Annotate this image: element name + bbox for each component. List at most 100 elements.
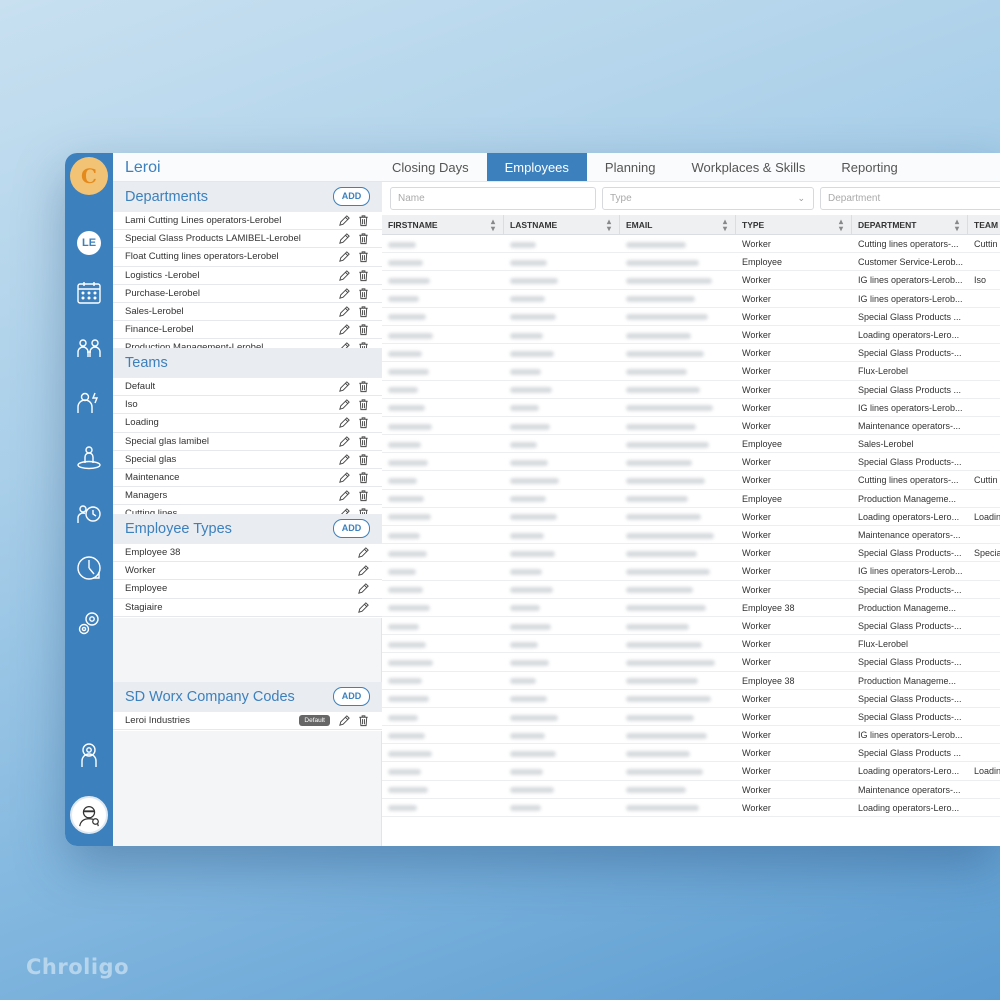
- team-item[interactable]: Iso: [113, 396, 382, 415]
- table-row[interactable]: Worker Special Glass Products-...: [382, 653, 1000, 672]
- delete-icon[interactable]: [357, 305, 370, 321]
- team-icon[interactable]: [75, 335, 103, 363]
- column-header-type[interactable]: TYPE ▴ ▾: [736, 215, 852, 234]
- workplace-icon[interactable]: [75, 444, 103, 472]
- add-employee-type-button[interactable]: ADD: [333, 519, 370, 538]
- time-tracking-icon[interactable]: [75, 499, 103, 527]
- department-item[interactable]: Logistics -Lerobel: [113, 267, 382, 285]
- tab-closing-days[interactable]: Closing Days: [374, 153, 487, 181]
- table-row[interactable]: Worker IG lines operators-Lerob...: [382, 562, 1000, 581]
- column-header-team[interactable]: TEAM: [968, 215, 1000, 234]
- edit-icon[interactable]: [338, 250, 351, 266]
- delete-icon[interactable]: [357, 380, 370, 396]
- column-header-firstname[interactable]: FIRSTNAME ▴ ▾: [382, 215, 504, 234]
- tab-employees[interactable]: Employees: [486, 153, 587, 181]
- table-row[interactable]: Worker Loading operators-Lero...: [382, 799, 1000, 817]
- table-row[interactable]: Worker IG lines operators-Lerob...: [382, 726, 1000, 745]
- user-avatar[interactable]: [70, 796, 108, 834]
- sort-icon[interactable]: ▴ ▾: [723, 218, 727, 233]
- edit-icon[interactable]: [338, 214, 351, 230]
- table-row[interactable]: Worker Cutting lines operators-... Cuttin: [382, 235, 1000, 254]
- edit-icon[interactable]: [338, 323, 351, 339]
- edit-icon[interactable]: [338, 269, 351, 285]
- team-item[interactable]: Maintenance: [113, 469, 382, 488]
- table-row[interactable]: Worker Special Glass Products-... Specia: [382, 544, 1000, 563]
- department-filter-select[interactable]: Department: [820, 187, 1000, 210]
- table-row[interactable]: Worker Flux-Lerobel: [382, 362, 1000, 381]
- table-row[interactable]: Employee Production Manageme...: [382, 490, 1000, 508]
- department-item[interactable]: Lami Cutting Lines operators-Lerobel: [113, 212, 382, 231]
- table-row[interactable]: Worker Special Glass Products-...: [382, 617, 1000, 636]
- app-logo[interactable]: C: [70, 157, 108, 195]
- table-row[interactable]: Worker IG lines operators-Lerob... Iso: [382, 271, 1000, 290]
- department-item[interactable]: Finance-Lerobel: [113, 321, 382, 340]
- table-row[interactable]: Worker Loading operators-Lero... Loadin: [382, 508, 1000, 526]
- table-row[interactable]: Worker Cutting lines operators-... Cuttin: [382, 471, 1000, 490]
- edit-icon[interactable]: [338, 232, 351, 248]
- delete-icon[interactable]: [357, 489, 370, 505]
- edit-icon[interactable]: [338, 416, 351, 432]
- edit-icon[interactable]: [338, 380, 351, 396]
- table-row[interactable]: Worker Special Glass Products-...: [382, 708, 1000, 727]
- table-row[interactable]: Worker Special Glass Products-...: [382, 453, 1000, 472]
- team-item[interactable]: Default: [113, 378, 382, 397]
- team-item[interactable]: Special glas lamibel: [113, 433, 382, 451]
- type-filter-select[interactable]: Type ⌄: [602, 187, 814, 210]
- department-item[interactable]: Purchase-Lerobel: [113, 285, 382, 303]
- edit-icon[interactable]: [357, 582, 370, 598]
- table-row[interactable]: Worker Maintenance operators-...: [382, 781, 1000, 799]
- table-row[interactable]: Employee Customer Service-Lerob...: [382, 253, 1000, 272]
- edit-icon[interactable]: [338, 305, 351, 321]
- edit-icon[interactable]: [338, 714, 351, 730]
- edit-icon[interactable]: [338, 471, 351, 487]
- delete-icon[interactable]: [357, 507, 370, 514]
- employee-type-item[interactable]: Worker: [113, 562, 382, 581]
- edit-icon[interactable]: [338, 398, 351, 414]
- team-item[interactable]: Managers: [113, 487, 382, 506]
- table-row[interactable]: Employee Sales-Lerobel: [382, 435, 1000, 454]
- edit-icon[interactable]: [338, 287, 351, 303]
- delete-icon[interactable]: [357, 471, 370, 487]
- employee-skills-icon[interactable]: [75, 389, 103, 417]
- delete-icon[interactable]: [357, 435, 370, 451]
- delete-icon[interactable]: [357, 269, 370, 285]
- team-item[interactable]: Cutting lines: [113, 505, 382, 514]
- company-code-item[interactable]: Leroi Industries Default: [113, 712, 382, 731]
- table-row[interactable]: Worker Loading operators-Lero...: [382, 326, 1000, 345]
- delete-icon[interactable]: [357, 341, 370, 348]
- department-item[interactable]: Special Glass Products LAMIBEL-Lerobel: [113, 230, 382, 249]
- settings-gears-icon[interactable]: [75, 609, 103, 637]
- delete-icon[interactable]: [357, 214, 370, 230]
- employee-type-item[interactable]: Employee 38: [113, 544, 382, 563]
- sort-icon[interactable]: ▴ ▾: [839, 218, 843, 233]
- employee-type-item[interactable]: Stagiaire: [113, 599, 382, 617]
- delete-icon[interactable]: [357, 398, 370, 414]
- delete-icon[interactable]: [357, 287, 370, 303]
- table-row[interactable]: Worker IG lines operators-Lerob...: [382, 290, 1000, 308]
- report-clock-icon[interactable]: [75, 554, 103, 582]
- table-row[interactable]: Worker Special Glass Products ...: [382, 308, 1000, 326]
- add-department-button[interactable]: ADD: [333, 187, 370, 206]
- table-row[interactable]: Worker Special Glass Products ...: [382, 381, 1000, 399]
- calendar-icon[interactable]: [75, 279, 103, 307]
- table-row[interactable]: Worker Special Glass Products ...: [382, 744, 1000, 763]
- team-item[interactable]: Special glas: [113, 451, 382, 469]
- name-filter-input[interactable]: Name: [390, 187, 596, 210]
- edit-icon[interactable]: [338, 507, 351, 514]
- table-row[interactable]: Worker Special Glass Products-...: [382, 690, 1000, 708]
- column-header-lastname[interactable]: LASTNAME ▴ ▾: [504, 215, 620, 234]
- add-company-code-button[interactable]: ADD: [333, 687, 370, 706]
- edit-icon[interactable]: [338, 453, 351, 469]
- table-row[interactable]: Worker Special Glass Products-...: [382, 581, 1000, 599]
- edit-icon[interactable]: [338, 341, 351, 348]
- delete-icon[interactable]: [357, 232, 370, 248]
- table-row[interactable]: Worker Loading operators-Lero... Loadin: [382, 762, 1000, 781]
- department-item[interactable]: Production Management-Lerobel: [113, 339, 382, 348]
- department-item[interactable]: Float Cutting lines operators-Lerobel: [113, 248, 382, 267]
- table-row[interactable]: Worker Maintenance operators-...: [382, 417, 1000, 436]
- edit-icon[interactable]: [338, 489, 351, 505]
- tab-reporting[interactable]: Reporting: [823, 153, 915, 181]
- delete-icon[interactable]: [357, 714, 370, 730]
- sort-icon[interactable]: ▴ ▾: [955, 218, 959, 233]
- table-row[interactable]: Worker Maintenance operators-...: [382, 526, 1000, 545]
